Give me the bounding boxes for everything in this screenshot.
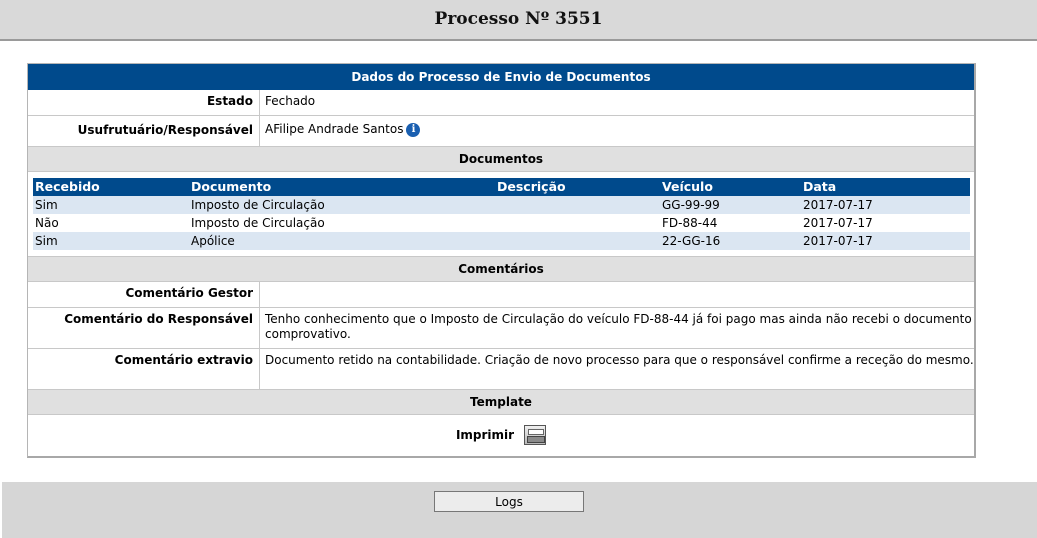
col-veiculo: Veículo (660, 178, 801, 196)
comentario-extravio-value: Documento retido na contabilidade. Criaç… (265, 353, 974, 367)
col-data: Data (801, 178, 970, 196)
table-row: Não Imposto de Circulação FD-88-44 2017-… (33, 214, 970, 232)
col-descricao: Descrição (495, 178, 660, 196)
page-title: Processo Nº 3551 (434, 9, 603, 29)
cell-descricao (495, 232, 660, 250)
cell-recebido: Não (33, 214, 189, 232)
table-row: Sim Apólice 22-GG-16 2017-07-17 (33, 232, 970, 250)
responsavel-value-cell: AFilipe Andrade Santos i (260, 116, 974, 146)
cell-recebido: Sim (33, 196, 189, 214)
page-header: Processo Nº 3551 (0, 0, 1037, 41)
comentario-responsavel-value: Tenho conhecimento que o Imposto de Circ… (265, 312, 972, 341)
table-header-row: Recebido Documento Descrição Veículo Dat… (33, 178, 970, 196)
cell-recebido: Sim (33, 232, 189, 250)
estado-value: Fechado (265, 94, 316, 108)
comentario-responsavel-label: Comentário do Responsável (28, 308, 260, 348)
panel-title: Dados do Processo de Envio de Documentos (28, 64, 974, 90)
documentos-section-title: Documentos (28, 147, 974, 172)
cell-data: 2017-07-17 (801, 232, 970, 250)
cell-descricao (495, 214, 660, 232)
responsavel-value: AFilipe Andrade Santos (265, 122, 404, 136)
cell-veiculo: 22-GG-16 (660, 232, 801, 250)
logs-button[interactable]: Logs (434, 491, 584, 512)
estado-label: Estado (28, 90, 260, 115)
responsavel-label: Usufrutuário/Responsável (28, 116, 260, 146)
print-label: Imprimir (455, 428, 515, 442)
responsavel-row: Usufrutuário/Responsável AFilipe Andrade… (28, 116, 974, 147)
comentario-gestor-label: Comentário Gestor (28, 282, 260, 307)
print-row: Imprimir (28, 415, 974, 455)
process-panel: Dados do Processo de Envio de Documentos… (27, 63, 976, 458)
footer-bar: Logs (2, 482, 1037, 538)
cell-data: 2017-07-17 (801, 214, 970, 232)
info-icon[interactable]: i (406, 123, 421, 137)
col-documento: Documento (189, 178, 495, 196)
cell-descricao (495, 196, 660, 214)
cell-documento: Apólice (189, 232, 495, 250)
cell-documento: Imposto de Circulação (189, 214, 495, 232)
printer-icon[interactable] (524, 425, 547, 445)
cell-data: 2017-07-17 (801, 196, 970, 214)
cell-documento: Imposto de Circulação (189, 196, 495, 214)
documents-table: Recebido Documento Descrição Veículo Dat… (33, 178, 970, 250)
cell-veiculo: FD-88-44 (660, 214, 801, 232)
comentario-gestor-value (260, 282, 974, 307)
cell-veiculo: GG-99-99 (660, 196, 801, 214)
comentario-extravio-label: Comentário extravio (28, 349, 260, 389)
comentario-responsavel-row: Comentário do Responsável Tenho conhecim… (28, 308, 974, 349)
template-section-title: Template (28, 390, 974, 415)
comentario-extravio-row: Comentário extravio Documento retido na … (28, 349, 974, 390)
table-row: Sim Imposto de Circulação GG-99-99 2017-… (33, 196, 970, 214)
estado-row: Estado Fechado (28, 90, 974, 116)
comentario-gestor-row: Comentário Gestor (28, 282, 974, 308)
col-recebido: Recebido (33, 178, 189, 196)
comentarios-section-title: Comentários (28, 256, 974, 282)
